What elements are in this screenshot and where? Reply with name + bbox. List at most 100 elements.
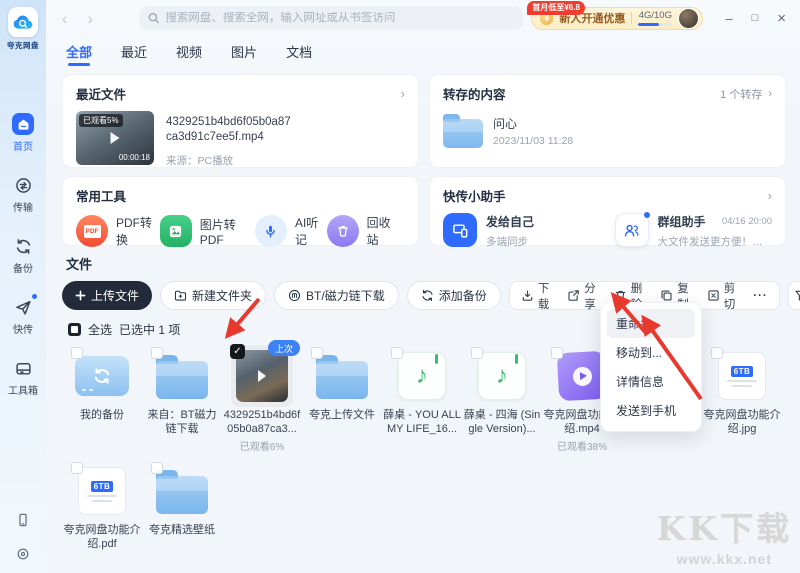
download-button[interactable]: 下载	[514, 282, 561, 311]
item-checkbox[interactable]	[551, 347, 563, 359]
send-to-self-item[interactable]: 发给自己 多端同步	[443, 213, 601, 249]
saved-folder-name[interactable]: 问心	[493, 115, 573, 132]
group-assistant-title: 群组助手	[657, 215, 706, 229]
watched-badge: 已观看5%	[79, 114, 123, 127]
quick-transfer-assistant-card: 快传小助手 › 发给自己 多端同步 群组助手 04/16 20:00 大文件发送…	[429, 176, 786, 249]
bookmark-tag	[435, 354, 438, 364]
item-checkbox[interactable]	[711, 347, 723, 359]
sidebar-item-transfer[interactable]: 传输	[12, 174, 34, 214]
music-note-icon: ♪	[496, 362, 508, 389]
home-icon	[12, 113, 34, 135]
share-icon	[568, 290, 579, 301]
common-tools-title: 常用工具	[76, 190, 127, 204]
chevron-right-icon: ›	[768, 87, 772, 100]
file-item-intro-jpg[interactable]: 6TB 夸克网盘功能介绍.jpg	[702, 344, 782, 453]
file-item-intro-pdf[interactable]: 6TB 夸克网盘功能介绍.pdf	[62, 459, 142, 551]
notification-dot	[643, 212, 650, 218]
sidebar-nav: 首页 传输 备份 快传 工具箱	[8, 113, 38, 397]
menu-item-rename[interactable]: 重命名	[607, 309, 695, 338]
file-item-quark-upload-folder[interactable]: 夸克上传文件	[302, 344, 382, 453]
video-duration: 00:00:18	[118, 153, 150, 162]
sidebar-item-backup[interactable]: 备份	[12, 235, 34, 275]
magnet-icon	[288, 289, 301, 302]
avatar[interactable]	[678, 7, 700, 29]
quark-cloud-drive-window: 夸克网盘 首页 传输 备份 快传 工具箱 ‹ › 搜索网盘、搜索全网，输入网址或…	[0, 0, 800, 573]
tool-recycle-bin[interactable]: 回收站	[326, 214, 399, 248]
menu-item-details[interactable]: 详情信息	[607, 367, 695, 396]
download-icon	[522, 290, 533, 301]
tab-recent[interactable]: 最近	[121, 42, 147, 66]
recent-files-title: 最近文件	[76, 88, 127, 102]
sidebar-item-home[interactable]: 首页	[12, 113, 34, 153]
tab-video[interactable]: 视频	[176, 42, 202, 66]
back-button[interactable]: ‹	[56, 10, 73, 27]
search-bar[interactable]	[138, 6, 524, 30]
image-to-pdf-icon	[159, 215, 192, 247]
item-checkbox-checked[interactable]: ✓	[230, 344, 245, 359]
item-checkbox[interactable]	[71, 462, 83, 474]
sidebar-item-quick-transfer[interactable]: 快传	[12, 294, 37, 336]
tab-image[interactable]: 图片	[231, 42, 257, 66]
select-all-checkbox[interactable]	[68, 323, 81, 336]
search-input[interactable]	[165, 12, 515, 24]
group-assistant-time: 04/16 20:00	[721, 216, 772, 227]
folder-icon	[156, 469, 208, 514]
promo-banner[interactable]: 首月低至¥6.8 ¥ 新人开通优惠 4G/10G	[527, 0, 704, 30]
cut-icon	[708, 290, 719, 301]
tab-document[interactable]: 文档	[286, 42, 312, 66]
window-controls: – □ ×	[725, 11, 786, 26]
file-item-bt-folder[interactable]: 来自：BT磁力链下载	[142, 344, 222, 453]
item-checkbox[interactable]	[71, 347, 83, 359]
minimize-button[interactable]: –	[725, 12, 732, 25]
share-button[interactable]: 分享	[560, 282, 607, 311]
tool-pdf-convert[interactable]: PDF PDF转换	[76, 214, 160, 248]
close-button[interactable]: ×	[777, 11, 786, 26]
menu-item-move-to[interactable]: 移动到...	[607, 338, 695, 367]
select-all-label[interactable]: 全选	[88, 321, 112, 338]
recent-video-thumbnail[interactable]: 已观看5% 00:00:18	[76, 111, 154, 165]
bt-magnet-download-button[interactable]: BT/磁力链下载	[274, 281, 399, 310]
forward-button[interactable]: ›	[81, 10, 98, 27]
upload-file-button[interactable]: 上传文件	[62, 281, 153, 310]
folder-icon[interactable]	[443, 114, 483, 148]
devices-icon	[443, 213, 477, 247]
file-item-my-backup[interactable]: 我的备份	[62, 344, 142, 453]
more-button[interactable]: ···	[746, 282, 775, 309]
storage-usage: 4G/10G	[638, 10, 673, 26]
recycle-bin-icon	[326, 215, 359, 247]
cut-button[interactable]: 剪切	[700, 282, 747, 311]
item-checkbox[interactable]	[151, 462, 163, 474]
item-checkbox[interactable]	[151, 347, 163, 359]
mobile-app-icon[interactable]	[16, 513, 30, 527]
music-file-icon: ♪	[398, 352, 446, 400]
item-checkbox[interactable]	[471, 347, 483, 359]
add-backup-button[interactable]: 添加备份	[406, 281, 501, 310]
chevron-right-icon[interactable]: ›	[401, 86, 405, 101]
menu-item-send-to-phone[interactable]: 发送到手机	[607, 396, 695, 425]
topbar: ‹ › 首月低至¥6.8 ¥ 新人开通优惠 4G/10G – □ ×	[46, 0, 800, 36]
tool-image-to-pdf[interactable]: 图片转PDF	[159, 214, 255, 248]
item-checkbox[interactable]	[311, 347, 323, 359]
filter-button[interactable]	[787, 281, 800, 310]
new-folder-button[interactable]: 新建文件夹	[160, 281, 267, 310]
app-logo[interactable]: 夸克网盘	[7, 7, 39, 51]
file-item-music-2[interactable]: ♪ 薛桌 - 四海 (Single Version)...	[462, 344, 542, 453]
recent-file-name[interactable]: 4329251b4bd6f05b0a87 ca3d91c7ee5f.mp4	[166, 115, 291, 145]
paper-plane-icon	[12, 296, 34, 318]
folder-icon	[156, 354, 208, 399]
item-checkbox[interactable]	[391, 347, 403, 359]
storage-progress-bar	[638, 23, 673, 26]
saved-count[interactable]: 1 个转存 ›	[720, 86, 772, 102]
divider	[631, 12, 633, 24]
bookmark-tag	[515, 354, 518, 364]
chevron-right-icon[interactable]: ›	[768, 188, 772, 203]
group-assistant-item[interactable]: 群组助手 04/16 20:00 大文件发送更方便！创建群组邀请好友进...	[614, 212, 772, 249]
file-item-music-1[interactable]: ♪ 薛桌 - YOU ALL MY LIFE_16...	[382, 344, 462, 453]
maximize-button[interactable]: □	[752, 12, 759, 24]
file-item-selected-video[interactable]: 上次 ✓ 4329251b4bd6f05b0a87ca3... 已观看6%	[222, 340, 302, 453]
file-item-wallpaper-folder[interactable]: 夸克精选壁纸	[142, 459, 222, 551]
settings-gear-icon[interactable]	[16, 547, 30, 561]
tab-all[interactable]: 全部	[66, 42, 92, 66]
tool-ai-listen[interactable]: AI听记	[254, 214, 327, 248]
sidebar-item-toolbox[interactable]: 工具箱	[8, 357, 38, 397]
